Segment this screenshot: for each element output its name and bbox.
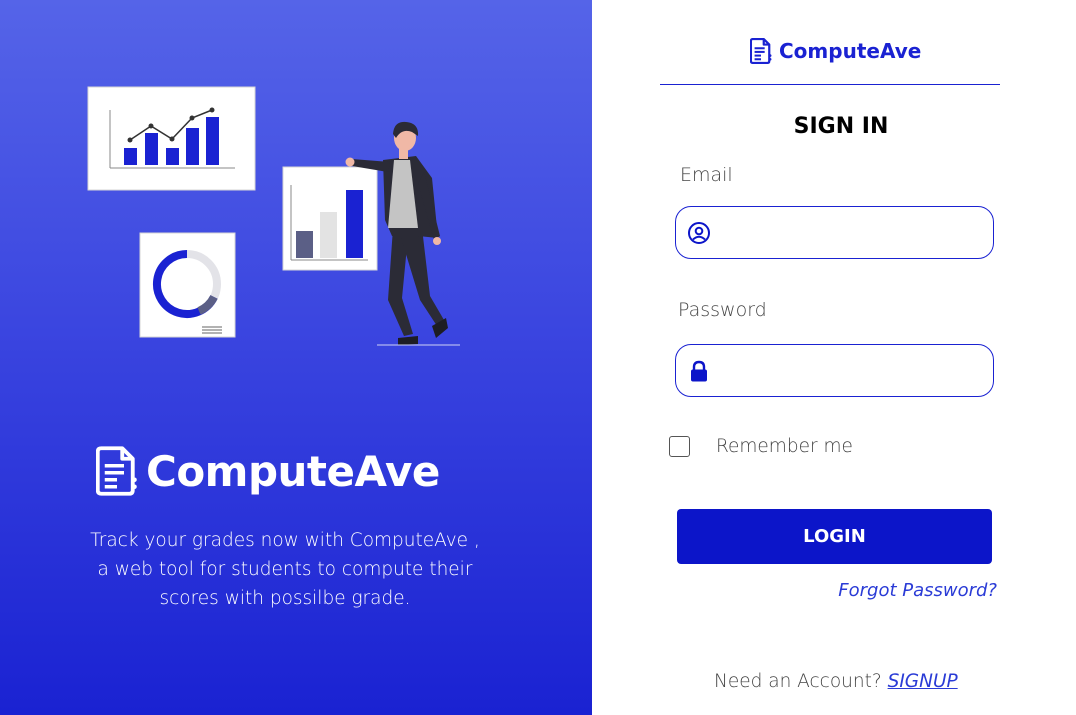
password-field[interactable] [721,345,979,396]
login-button[interactable]: LOGIN [677,509,992,564]
hero-panel: ComputeAve Track your grades now with Co… [0,0,592,715]
document-list-icon [96,446,137,496]
hero-brand-name: ComputeAve [146,446,440,496]
signup-prompt: Need an Account? [714,671,882,692]
header-divider [660,84,1000,85]
password-field-wrapper [675,344,994,397]
donut-chart-card-illustration [139,232,236,338]
page-title: SIGN IN [793,114,889,139]
hero-tagline: Track your grades now with ComputeAve , … [90,530,480,609]
remember-me-label: Remember me [716,436,853,457]
presentation-board-illustration [282,166,378,271]
signup-row: Need an Account? SIGNUP [714,671,958,692]
header-brand: ComputeAve [750,38,921,64]
document-list-icon [750,38,772,64]
login-panel: ComputeAve SIGN IN Email Password Rememb… [592,0,1076,715]
forgot-password-link[interactable]: Forgot Password? [838,580,997,601]
analytics-illustration [87,86,460,346]
email-field[interactable] [721,207,979,258]
remember-me-row: Remember me [669,436,853,457]
header-brand-name: ComputeAve [779,39,922,63]
remember-me-checkbox[interactable] [669,436,690,457]
email-label: Email [680,164,733,186]
lock-icon [691,360,707,381]
bar-chart-card-illustration [87,86,256,191]
user-circle-icon [688,221,710,244]
password-label: Password [678,299,767,321]
email-field-wrapper [675,206,994,259]
signup-link[interactable]: SIGNUP [888,671,958,692]
hero-brand: ComputeAve [96,446,440,496]
